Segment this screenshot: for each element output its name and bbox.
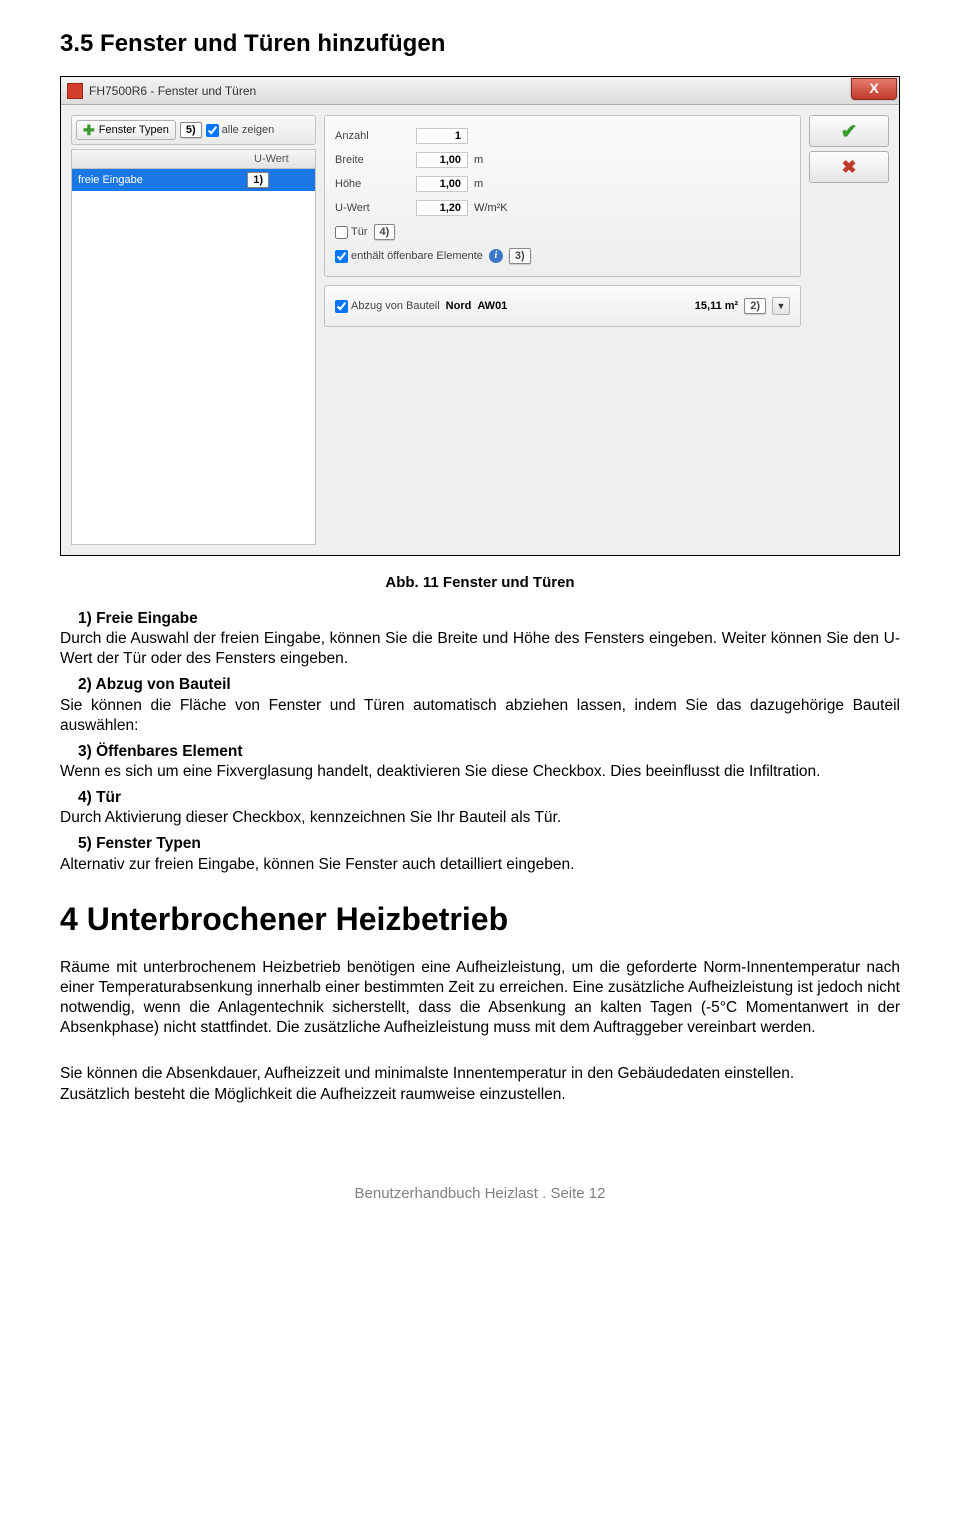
breite-unit: m bbox=[474, 154, 483, 166]
add-type-button[interactable]: ✚ Fenster Typen bbox=[76, 120, 176, 140]
close-icon[interactable]: X bbox=[851, 78, 897, 100]
callout-1: 1) bbox=[247, 172, 269, 188]
add-type-label: Fenster Typen bbox=[99, 124, 169, 136]
tuer-checkbox[interactable]: Tür bbox=[335, 226, 368, 239]
para-3: Zusätzlich besteht die Möglichkeit die A… bbox=[60, 1085, 900, 1105]
properties-group: Anzahl 1 Breite 1,00 m Höhe 1,00 m U-W bbox=[324, 115, 801, 277]
plus-icon: ✚ bbox=[83, 123, 95, 137]
titlebar: FH7500R6 - Fenster und Türen X bbox=[61, 77, 899, 105]
item-1-heading: 1) Freie Eingabe bbox=[60, 609, 900, 629]
item-4-body: Durch Aktivierung dieser Checkbox, kennz… bbox=[60, 808, 900, 828]
tuer-label: Tür bbox=[351, 226, 368, 238]
chapter-heading: 4 Unterbrochener Heizbetrieb bbox=[60, 901, 900, 938]
offenbar-label: enthält öffenbare Elemente bbox=[351, 250, 483, 262]
info-icon[interactable]: i bbox=[489, 249, 503, 263]
uwert-unit: W/m²K bbox=[474, 202, 508, 214]
show-all-label: alle zeigen bbox=[222, 124, 275, 136]
abzug-checkbox[interactable]: Abzug von Bauteil bbox=[335, 300, 440, 313]
list-row-selected[interactable]: freie Eingabe 1) bbox=[72, 169, 315, 191]
cancel-button[interactable]: ✖ bbox=[809, 151, 889, 183]
item-1-body: Durch die Auswahl der freien Eingabe, kö… bbox=[60, 629, 900, 669]
callout-5: 5) bbox=[180, 122, 202, 138]
anzahl-input[interactable]: 1 bbox=[416, 128, 468, 144]
item-5-heading: 5) Fenster Typen bbox=[60, 834, 900, 854]
app-icon bbox=[67, 83, 83, 99]
list-col-uwert: U-Wert bbox=[254, 153, 309, 165]
breite-input[interactable]: 1,00 bbox=[416, 152, 468, 168]
figure-caption: Abb. 11 Fenster und Türen bbox=[60, 574, 900, 591]
types-toolbar: ✚ Fenster Typen 5) alle zeigen bbox=[71, 115, 316, 145]
page-footer: Benutzerhandbuch Heizlast . Seite 12 bbox=[60, 1185, 900, 1202]
item-4-heading: 4) Tür bbox=[60, 788, 900, 808]
bauteil-orientation: Nord bbox=[446, 300, 472, 312]
uwert-input[interactable]: 1,20 bbox=[416, 200, 468, 216]
callout-2: 2) bbox=[744, 298, 766, 314]
check-icon: ✔ bbox=[841, 119, 858, 144]
bauteil-group: Abzug von Bauteil Nord AW01 15,11 m² 2) … bbox=[324, 285, 801, 327]
anzahl-label: Anzahl bbox=[335, 130, 410, 142]
show-all-checkbox[interactable]: alle zeigen bbox=[206, 124, 275, 137]
tuer-input[interactable] bbox=[335, 226, 348, 239]
item-5-body: Alternativ zur freien Eingabe, können Si… bbox=[60, 855, 900, 875]
callout-4: 4) bbox=[374, 224, 396, 240]
list-row-name: freie Eingabe bbox=[78, 174, 247, 186]
item-2-body: Sie können die Fläche von Fenster und Tü… bbox=[60, 696, 900, 736]
types-list[interactable]: U-Wert freie Eingabe 1) bbox=[71, 149, 316, 545]
x-icon: ✖ bbox=[841, 157, 856, 178]
chevron-down-icon[interactable]: ▼ bbox=[772, 297, 790, 315]
breite-label: Breite bbox=[335, 154, 410, 166]
offenbar-checkbox[interactable]: enthält öffenbare Elemente bbox=[335, 250, 483, 263]
section-heading: 3.5 Fenster und Türen hinzufügen bbox=[60, 30, 900, 58]
hoehe-unit: m bbox=[474, 178, 483, 190]
para-2: Sie können die Absenkdauer, Aufheizzeit … bbox=[60, 1064, 900, 1084]
abzug-label: Abzug von Bauteil bbox=[351, 300, 440, 312]
list-header: U-Wert bbox=[72, 150, 315, 169]
item-3-body: Wenn es sich um eine Fixverglasung hande… bbox=[60, 762, 900, 782]
hoehe-input[interactable]: 1,00 bbox=[416, 176, 468, 192]
abzug-input[interactable] bbox=[335, 300, 348, 313]
uwert-label: U-Wert bbox=[335, 202, 410, 214]
bauteil-area: 15,11 m² bbox=[695, 300, 738, 312]
item-2-heading: 2) Abzug von Bauteil bbox=[60, 675, 900, 695]
para-1: Räume mit unterbrochenem Heizbetrieb ben… bbox=[60, 958, 900, 1039]
item-3-heading: 3) Öffenbares Element bbox=[60, 742, 900, 762]
hoehe-label: Höhe bbox=[335, 178, 410, 190]
dialog-screenshot: FH7500R6 - Fenster und Türen X ✚ Fenster… bbox=[60, 76, 900, 556]
window-title: FH7500R6 - Fenster und Türen bbox=[89, 84, 256, 98]
offenbar-input[interactable] bbox=[335, 250, 348, 263]
callout-3: 3) bbox=[509, 248, 531, 264]
ok-button[interactable]: ✔ bbox=[809, 115, 889, 147]
bauteil-code: AW01 bbox=[477, 300, 507, 312]
show-all-input[interactable] bbox=[206, 124, 219, 137]
